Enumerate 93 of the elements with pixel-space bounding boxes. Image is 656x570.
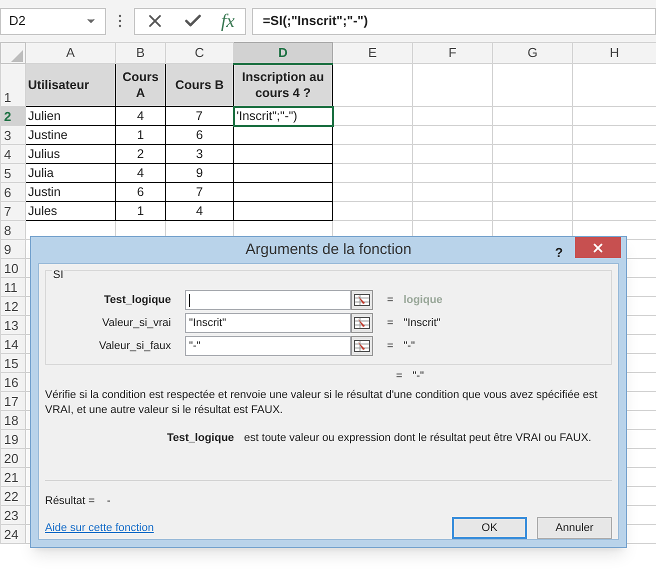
table-cell: 3 <box>166 144 234 164</box>
argument-input[interactable] <box>185 290 351 310</box>
row-header[interactable]: 6 <box>0 182 26 202</box>
row-header[interactable]: 1 <box>0 64 26 106</box>
row-header[interactable]: 9 <box>0 240 26 258</box>
table-cell: 7 <box>166 182 234 202</box>
equals-sign: = <box>387 338 394 354</box>
table-cell: Julien <box>26 106 116 126</box>
argument-name: Test_logique <box>167 430 234 446</box>
header-cell: Utilisateur <box>26 64 116 106</box>
row-header[interactable]: 21 <box>0 468 26 486</box>
row-header[interactable]: 10 <box>0 258 26 278</box>
argument-description: est toute valeur ou expression dont le résultat peut être VRAI ou FAUX. <box>244 430 592 446</box>
collapse-dialog-button[interactable] <box>351 313 373 333</box>
row-header[interactable]: 23 <box>0 506 26 524</box>
table-cell: 6 <box>116 182 166 202</box>
row-header[interactable]: 18 <box>0 410 26 430</box>
column-header[interactable]: C <box>166 42 234 64</box>
row-header[interactable]: 19 <box>0 430 26 448</box>
argument-result: "-" <box>403 338 415 354</box>
row-header[interactable]: 13 <box>0 316 26 334</box>
result-value: - <box>106 494 111 509</box>
row-header[interactable]: 22 <box>0 486 26 506</box>
equals-sign: = <box>387 292 394 308</box>
header-cell: Cours B <box>166 64 234 106</box>
table-cell: 'Inscrit";"-") <box>234 106 332 126</box>
column-header[interactable]: G <box>492 42 572 64</box>
row-header[interactable]: 3 <box>0 126 26 144</box>
row-header[interactable]: 2 <box>0 106 26 126</box>
row-header[interactable]: 4 <box>0 144 26 164</box>
close-button[interactable] <box>575 237 621 258</box>
range-picker-icon <box>354 340 370 352</box>
help-link[interactable]: Aide sur cette fonction <box>45 520 154 536</box>
function-description: Vérifie si la condition est respectée et renvoie une valeur si le résultat d'une condition que vous avez spécifiée est VRAI, et une autre valeur si le résultat est FAUX. <box>45 388 598 418</box>
argument-input[interactable]: "-" <box>185 336 351 356</box>
row-header[interactable]: 14 <box>0 334 26 354</box>
header-cell: Inscription au cours 4 ? <box>234 64 332 106</box>
table-cell: Jules <box>26 202 116 220</box>
row-header[interactable]: 5 <box>0 164 26 182</box>
argument-label: Test_logique <box>102 292 171 308</box>
more-options-icon[interactable] <box>118 14 122 28</box>
table-cell: 6 <box>166 126 234 144</box>
formula-result: "-" <box>412 369 424 384</box>
row-header[interactable]: 20 <box>0 448 26 468</box>
range-picker-icon <box>354 317 370 329</box>
column-header[interactable]: H <box>572 42 656 64</box>
help-button[interactable]: ? <box>555 243 563 262</box>
argument-label: Valeur_si_faux <box>98 338 171 354</box>
row-header[interactable]: 8 <box>0 220 26 240</box>
table-cell: 4 <box>116 164 166 182</box>
table-cell: 4 <box>166 202 234 220</box>
dialog-button[interactable]: Annuler <box>537 517 612 539</box>
argument-result: logique <box>403 292 443 308</box>
row-header[interactable]: 15 <box>0 354 26 372</box>
result-label: Résultat = <box>45 494 95 509</box>
column-header[interactable]: F <box>412 42 492 64</box>
dialog-button[interactable]: OK <box>452 517 527 539</box>
column-header[interactable]: D <box>234 42 332 64</box>
close-icon <box>591 240 605 254</box>
table-cell: 1 <box>116 202 166 220</box>
row-header[interactable]: 24 <box>0 524 26 544</box>
table-cell: Julia <box>26 164 116 182</box>
collapse-dialog-button[interactable] <box>351 336 373 356</box>
table-cell: Justine <box>26 126 116 144</box>
range-picker-icon <box>354 294 370 306</box>
table-cell: Julius <box>26 144 116 164</box>
table-cell: 1 <box>116 126 166 144</box>
row-header[interactable]: 7 <box>0 202 26 220</box>
table-cell: 9 <box>166 164 234 182</box>
row-header[interactable]: 16 <box>0 372 26 392</box>
name-box[interactable]: D2 <box>0 8 106 34</box>
table-cell: 7 <box>166 106 234 126</box>
row-header[interactable]: 17 <box>0 392 26 410</box>
table-cell: Justin <box>26 182 116 202</box>
argument-label: Valeur_si_vrai <box>101 316 171 331</box>
corner-triangle-icon <box>11 50 23 62</box>
formula-input[interactable]: =SI(;"Inscrit";"-") <box>252 8 656 34</box>
argument-input[interactable]: "Inscrit" <box>185 313 351 333</box>
equals-sign: = <box>387 316 394 331</box>
equals-sign: = <box>396 369 402 384</box>
header-cell: Cours A <box>116 64 166 106</box>
collapse-dialog-button[interactable] <box>351 290 373 310</box>
insert-function-button[interactable]: fx <box>221 12 235 30</box>
table-cell: 2 <box>116 144 166 164</box>
row-header[interactable]: 12 <box>0 296 26 316</box>
row-header[interactable]: 11 <box>0 278 26 296</box>
table-cell: 4 <box>116 106 166 126</box>
column-header[interactable]: E <box>332 42 412 64</box>
column-header[interactable]: A <box>26 42 116 64</box>
dialog-title: Arguments de la fonction <box>246 240 412 260</box>
argument-result: "Inscrit" <box>403 316 441 331</box>
text-cursor <box>189 294 190 306</box>
column-header[interactable]: B <box>116 42 166 64</box>
